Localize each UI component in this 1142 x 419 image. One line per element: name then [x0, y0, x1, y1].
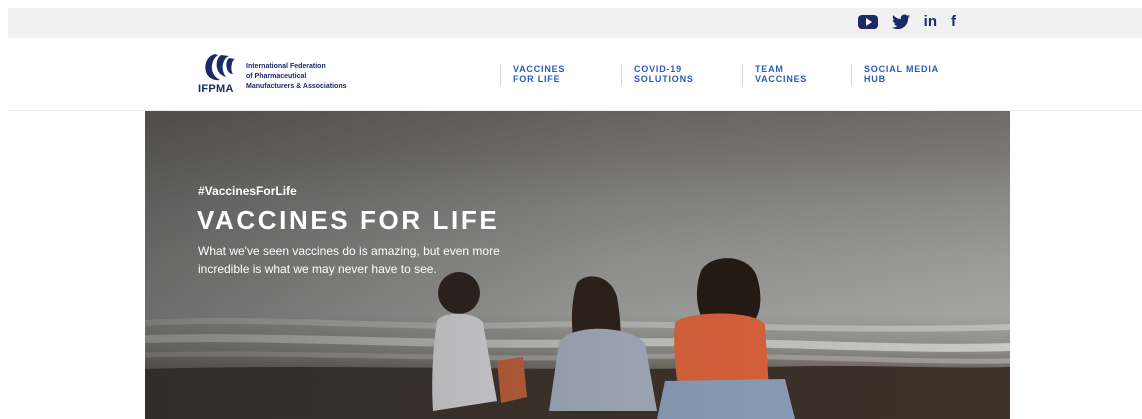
ifpma-logo-icon [205, 54, 235, 81]
linkedin-icon[interactable]: in [924, 14, 937, 30]
ifpma-logo[interactable]: IFPMA International Federation of Pharma… [198, 52, 368, 98]
nav-covid-19-solutions[interactable]: COVID-19 SOLUTIONS [621, 64, 742, 86]
main-nav: VACCINES FOR LIFE COVID-19 SOLUTIONS TEA… [500, 64, 974, 86]
youtube-icon[interactable] [857, 15, 878, 29]
site-header: IFPMA International Federation of Pharma… [8, 38, 1142, 111]
nav-vaccines-for-life[interactable]: VACCINES FOR LIFE [500, 64, 621, 86]
top-bar: in f [8, 8, 1142, 38]
facebook-icon[interactable]: f [951, 14, 956, 30]
hero-banner: #VaccinesForLife VACCINES FOR LIFE What … [145, 111, 1010, 419]
social-links: in f [857, 14, 956, 30]
hero-hashtag: #VaccinesForLife [198, 184, 297, 198]
nav-team-vaccines[interactable]: TEAM VACCINES [742, 64, 851, 86]
hero-title: VACCINES FOR LIFE [197, 205, 500, 235]
logo-tagline: International Federation of Pharmaceutic… [246, 63, 347, 90]
logo-wordmark: IFPMA [198, 83, 234, 95]
nav-social-media-hub[interactable]: SOCIAL MEDIA HUB [851, 64, 974, 86]
hero-subtitle: What we've seen vaccines do is amazing, … [198, 244, 500, 276]
twitter-icon[interactable] [891, 14, 910, 30]
